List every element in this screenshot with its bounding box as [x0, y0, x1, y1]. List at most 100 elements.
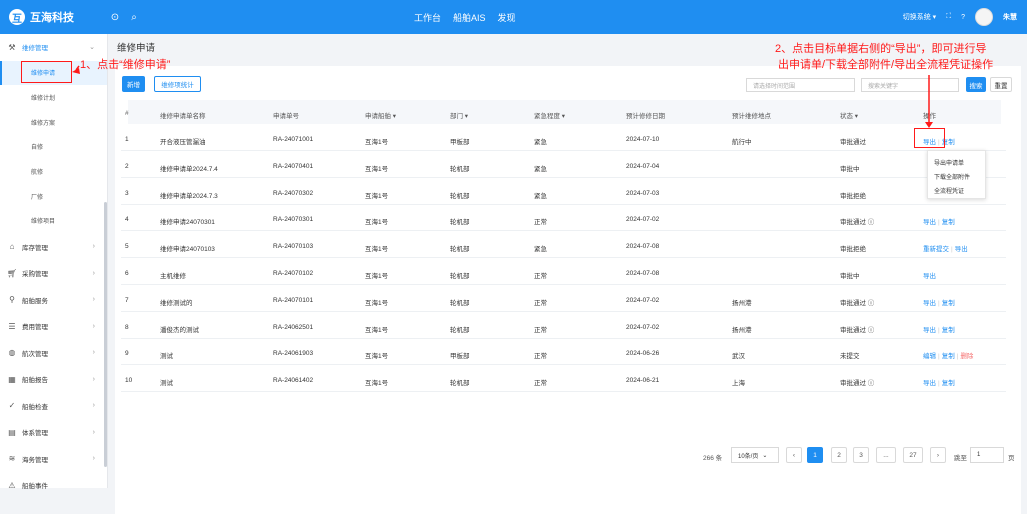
action-link[interactable]: 复制 [942, 380, 955, 387]
expand-icon[interactable]: ⊙ [108, 10, 122, 24]
table-cell-date: 2024-07-02 [626, 323, 660, 331]
row-actions: 导出 | 复制 [923, 377, 955, 387]
sidebar-subitem-repair-scheme[interactable]: 维修方案 [0, 110, 107, 135]
table-cell-no: 4 [125, 216, 129, 224]
main-content: 维修申请 新增 维修项统计 请选择时间范围 搜索关键字 搜索 重置 [108, 34, 1027, 514]
column-header[interactable]: 紧急程度 ▾ [534, 110, 565, 120]
nav-ship-ais[interactable]: 船舶AIS [453, 11, 486, 24]
action-link[interactable]: 导出 [955, 246, 968, 253]
nav-workbench[interactable]: 工作台 [414, 11, 441, 24]
table-cell-no: 10 [125, 377, 133, 385]
table-cell-dept: 轮机部 [450, 380, 470, 388]
table-cell-dept: 轮机部 [450, 192, 470, 200]
export-request-option[interactable]: 导出申请单 [928, 155, 985, 169]
row-divider [121, 203, 1006, 205]
app-logo[interactable]: 互 互海科技 [0, 9, 103, 25]
column-header[interactable]: 状态 ▾ [840, 110, 858, 120]
sidebar-item-ship-service[interactable]: ⚲ 船舶服务 › [0, 286, 107, 313]
info-icon[interactable]: ⓘ [866, 300, 875, 307]
table-cell-dept: 轮机部 [450, 165, 470, 173]
table-cell-status: 审批中 [840, 165, 860, 173]
action-link[interactable]: 复制 [942, 327, 955, 334]
nav-discover[interactable]: 发现 [498, 11, 516, 24]
chevron-down-icon: ⌄ [762, 452, 768, 459]
action-link[interactable]: 导出 [923, 300, 936, 307]
search-button[interactable]: 搜索 [966, 77, 986, 92]
page-ellipsis[interactable]: ... [876, 447, 896, 463]
download-attachments-option[interactable]: 下载全部附件 [928, 169, 985, 183]
sidebar-subitem-self-repair[interactable]: 自修 [0, 135, 107, 160]
table-cell-dept: 轮机部 [450, 299, 470, 307]
prev-page-button[interactable]: ‹ [786, 447, 802, 463]
fullscreen-icon[interactable]: ⛶ [946, 13, 951, 21]
switch-system[interactable]: 切换系统 ▾ [903, 12, 936, 22]
sidebar-item-system[interactable]: ▤ 体系管理 › [0, 419, 107, 446]
table-cell-ship: 互海1号 [365, 192, 389, 200]
action-link[interactable]: 重新提交 [923, 246, 949, 253]
sidebar-subitem-voyage-repair[interactable]: 航修 [0, 159, 107, 184]
row-divider [121, 310, 1006, 312]
page-button[interactable]: 2 [831, 447, 847, 463]
user-name[interactable]: 朱慧 [1003, 12, 1017, 22]
page-button[interactable]: 3 [853, 447, 869, 463]
action-link[interactable]: 导出 [923, 327, 936, 334]
sidebar-item-maritime[interactable]: ≋ 海务管理 › [0, 445, 107, 472]
table-cell-urgency: 紧急 [534, 165, 547, 173]
action-link[interactable]: 导出 [923, 219, 936, 226]
table-cell-urgency: 正常 [534, 326, 547, 334]
date-range-input[interactable]: 请选择时间范围 [746, 78, 855, 92]
flow-voucher-option[interactable]: 全流程凭证 [928, 183, 985, 197]
table-cell-place: 武汉 [732, 353, 745, 361]
action-link[interactable]: 导出 [923, 273, 936, 280]
goto-page-input[interactable]: 1 [970, 447, 1004, 463]
action-link[interactable]: 复制 [942, 219, 955, 226]
sidebar-item-inventory[interactable]: ⌂ 库存管理 › [0, 233, 107, 260]
table-cell-no: 8 [125, 323, 129, 331]
chevron-right-icon: › [92, 455, 95, 463]
page-button[interactable]: 1 [807, 447, 823, 463]
new-button[interactable]: 新增 [122, 76, 145, 92]
table-cell-code: RA-24070301 [273, 216, 314, 224]
chevron-right-icon: › [92, 402, 95, 410]
info-icon[interactable]: ⓘ [866, 219, 875, 226]
sidebar-item-voyage[interactable]: ◍ 航次管理 › [0, 339, 107, 366]
repair-stats-button[interactable]: 维修项统计 [154, 76, 201, 92]
sidebar-subitem-repair-items[interactable]: 维修项目 [0, 209, 107, 234]
page-button[interactable]: 27 [903, 447, 923, 463]
action-link[interactable]: 复制 [942, 353, 955, 360]
sidebar-item-ship-report[interactable]: ▦ 船舶报告 › [0, 366, 107, 393]
database-icon: ☰ [8, 321, 16, 331]
next-page-button[interactable]: › [930, 447, 946, 463]
top-bar: 互 互海科技 ⊙ ⌕ 工作台 船舶AIS 发现 切换系统 ▾ ⛶ ? 朱慧 [0, 0, 1027, 34]
sidebar-item-expense[interactable]: ☰ 费用管理 › [0, 313, 107, 340]
info-icon[interactable]: ⓘ [866, 380, 875, 387]
action-link[interactable]: 导出 [923, 380, 936, 387]
sidebar-subitem-yard-repair[interactable]: 厂修 [0, 184, 107, 209]
sidebar-subitem-repair-plan[interactable]: 维修计划 [0, 85, 107, 110]
column-header[interactable]: 部门 ▾ [450, 110, 468, 120]
sidebar: ⚒ 维修管理 ⌄ 维修申请 维修计划 维修方案 自修 航修 厂修 维修项目 ⌂ 库… [0, 34, 108, 490]
report-icon: ▦ [8, 374, 16, 384]
sidebar-item-ship-event[interactable]: ⚠ 船舶事件 [0, 472, 107, 499]
page-size-select[interactable]: 10条/页 ⌄ [731, 447, 779, 463]
sidebar-scrollbar[interactable] [104, 202, 107, 467]
search-icon[interactable]: ⌕ [127, 10, 141, 24]
column-header[interactable]: 申请船舶 ▾ [365, 110, 396, 120]
reset-button[interactable]: 重置 [990, 77, 1012, 92]
table-cell-urgency: 正常 [534, 219, 547, 227]
table-cell-name: 维修申请24070301 [160, 219, 215, 227]
table-cell-urgency: 正常 [534, 273, 547, 280]
check-icon: ✓ [8, 401, 16, 411]
sidebar-item-ship-inspection[interactable]: ✓ 船舶检查 › [0, 392, 107, 419]
table-cell-status: 审批通过 ⓘ [840, 326, 875, 334]
highlight-box-menu [21, 61, 72, 83]
sidebar-item-purchase[interactable]: 🛒︎ 采购管理 › [0, 260, 107, 287]
avatar[interactable] [975, 8, 993, 26]
action-link[interactable]: 复制 [942, 300, 955, 307]
action-link[interactable]: 编辑 [923, 353, 936, 360]
keyword-search-input[interactable]: 搜索关键字 [861, 78, 959, 92]
table-cell-dept: 轮机部 [450, 273, 470, 280]
help-icon[interactable]: ? [961, 14, 965, 21]
info-icon[interactable]: ⓘ [866, 327, 875, 334]
action-link[interactable]: 删除 [960, 353, 973, 360]
